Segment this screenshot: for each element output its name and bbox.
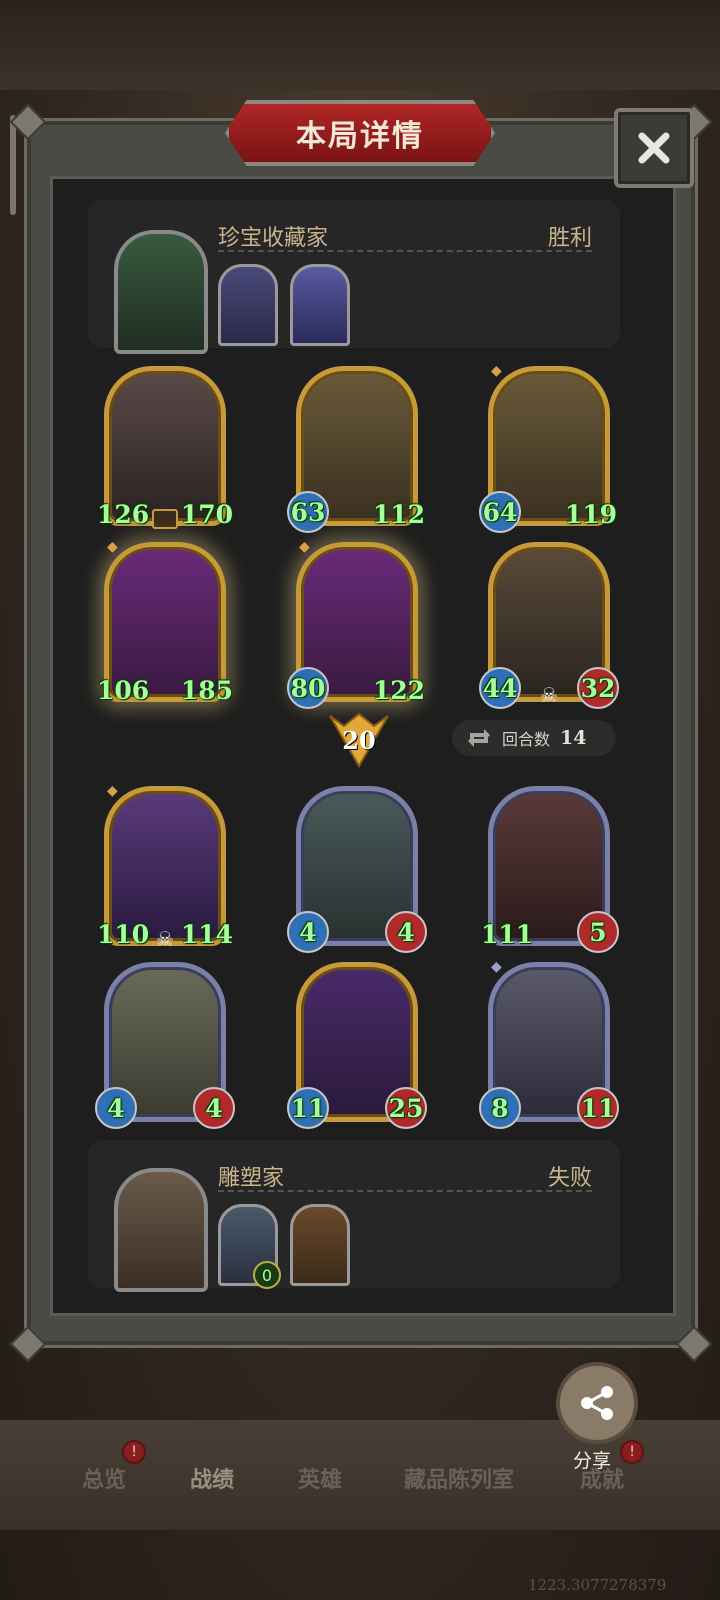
gem-icon: ◆: [107, 539, 118, 555]
winner-card[interactable]: ◆ 64 119: [479, 363, 617, 533]
turns-value: 14: [560, 727, 587, 749]
notification-badge: !: [122, 1440, 146, 1464]
attack-value: 63: [287, 491, 329, 533]
close-icon: [638, 132, 670, 164]
gem-icon: ◆: [299, 539, 310, 555]
share-label: 分享: [573, 1450, 612, 1472]
title-banner: 本局详情: [225, 100, 495, 166]
loser-trinket[interactable]: 0: [218, 1204, 281, 1289]
loser-card[interactable]: 4 4: [287, 786, 427, 953]
winner-trinket[interactable]: [290, 264, 350, 346]
winner-card[interactable]: 44 ☠ 32: [479, 542, 619, 709]
health-value: 119: [564, 499, 617, 529]
winner-card[interactable]: 63 112: [287, 366, 425, 533]
loser-name: 雕塑家: [218, 1166, 285, 1191]
attack-value: 80: [287, 667, 329, 709]
background-top: [0, 0, 720, 90]
turns-label: 回合数: [502, 730, 551, 749]
winner-card[interactable]: 126 170: [97, 366, 233, 529]
nav-overview[interactable]: 总览: [82, 1462, 126, 1494]
attack-value: 4: [287, 911, 329, 953]
health-value: 25: [385, 1087, 427, 1129]
attack-value: 111: [481, 919, 534, 949]
attack-value: 106: [97, 675, 150, 705]
shield-icon: [152, 509, 178, 529]
health-value: 112: [372, 499, 425, 529]
attack-value: 64: [479, 491, 521, 533]
winner-result: 胜利: [547, 226, 592, 251]
loser-panel: 雕塑家 失败 0: [88, 1140, 620, 1292]
loser-trinket[interactable]: [290, 1204, 350, 1286]
share-icon: [581, 1386, 613, 1420]
loser-card[interactable]: ◆ 8 11: [479, 959, 619, 1129]
skull-icon: ☠: [540, 683, 558, 707]
attack-value: 4: [95, 1087, 137, 1129]
dialog-title: 本局详情: [296, 119, 424, 154]
loser-result: 失败: [547, 1166, 592, 1191]
share-button[interactable]: [556, 1362, 638, 1444]
trinket-counter: 0: [253, 1261, 281, 1289]
health-value: 170: [180, 499, 233, 529]
winner-trinket[interactable]: [218, 264, 278, 346]
health-value: 4: [193, 1087, 235, 1129]
round-number: 20: [342, 725, 376, 755]
health-value: 32: [577, 667, 619, 709]
health-value: 4: [385, 911, 427, 953]
winner-card[interactable]: ◆ 106 185: [97, 539, 233, 705]
attack-value: 44: [479, 667, 521, 709]
nav-collection[interactable]: 藏品陈列室: [404, 1462, 514, 1494]
health-value: 185: [180, 675, 233, 705]
version-text: 1223.3077278379: [528, 1576, 667, 1594]
attack-value: 11: [287, 1087, 329, 1129]
nav-heroes[interactable]: 英雄: [298, 1462, 342, 1494]
gem-icon: ◆: [491, 959, 502, 975]
winner-card[interactable]: ◆ 80 122: [287, 539, 425, 709]
loser-card[interactable]: 4 4: [95, 962, 235, 1129]
health-value: 5: [577, 911, 619, 953]
health-value: 11: [577, 1087, 619, 1129]
gem-icon: ◆: [491, 363, 502, 379]
health-value: 114: [180, 919, 233, 949]
notification-badge: !: [620, 1440, 644, 1464]
close-button[interactable]: [614, 108, 694, 188]
skull-icon: ☠: [156, 927, 174, 951]
winner-avatar[interactable]: [114, 230, 208, 354]
loser-card[interactable]: 111 5: [481, 786, 619, 953]
turns-pill: 回合数 14: [452, 720, 616, 756]
loser-avatar[interactable]: [114, 1168, 208, 1292]
winner-panel: 珍宝收藏家 胜利: [88, 200, 620, 354]
attack-value: 126: [97, 499, 150, 529]
attack-value: 110: [97, 919, 150, 949]
attack-value: 8: [479, 1087, 521, 1129]
nav-records[interactable]: 战绩: [190, 1462, 234, 1494]
cycle-icon: [468, 729, 490, 747]
health-value: 122: [372, 675, 425, 705]
gem-icon: ◆: [107, 783, 118, 799]
loser-card[interactable]: ◆ 110 ☠ 114: [97, 783, 233, 951]
round-marker: 20: [328, 712, 390, 768]
loser-card[interactable]: 11 25: [287, 962, 427, 1129]
winner-name: 珍宝收藏家: [218, 226, 329, 251]
scrollbar[interactable]: [10, 115, 16, 215]
